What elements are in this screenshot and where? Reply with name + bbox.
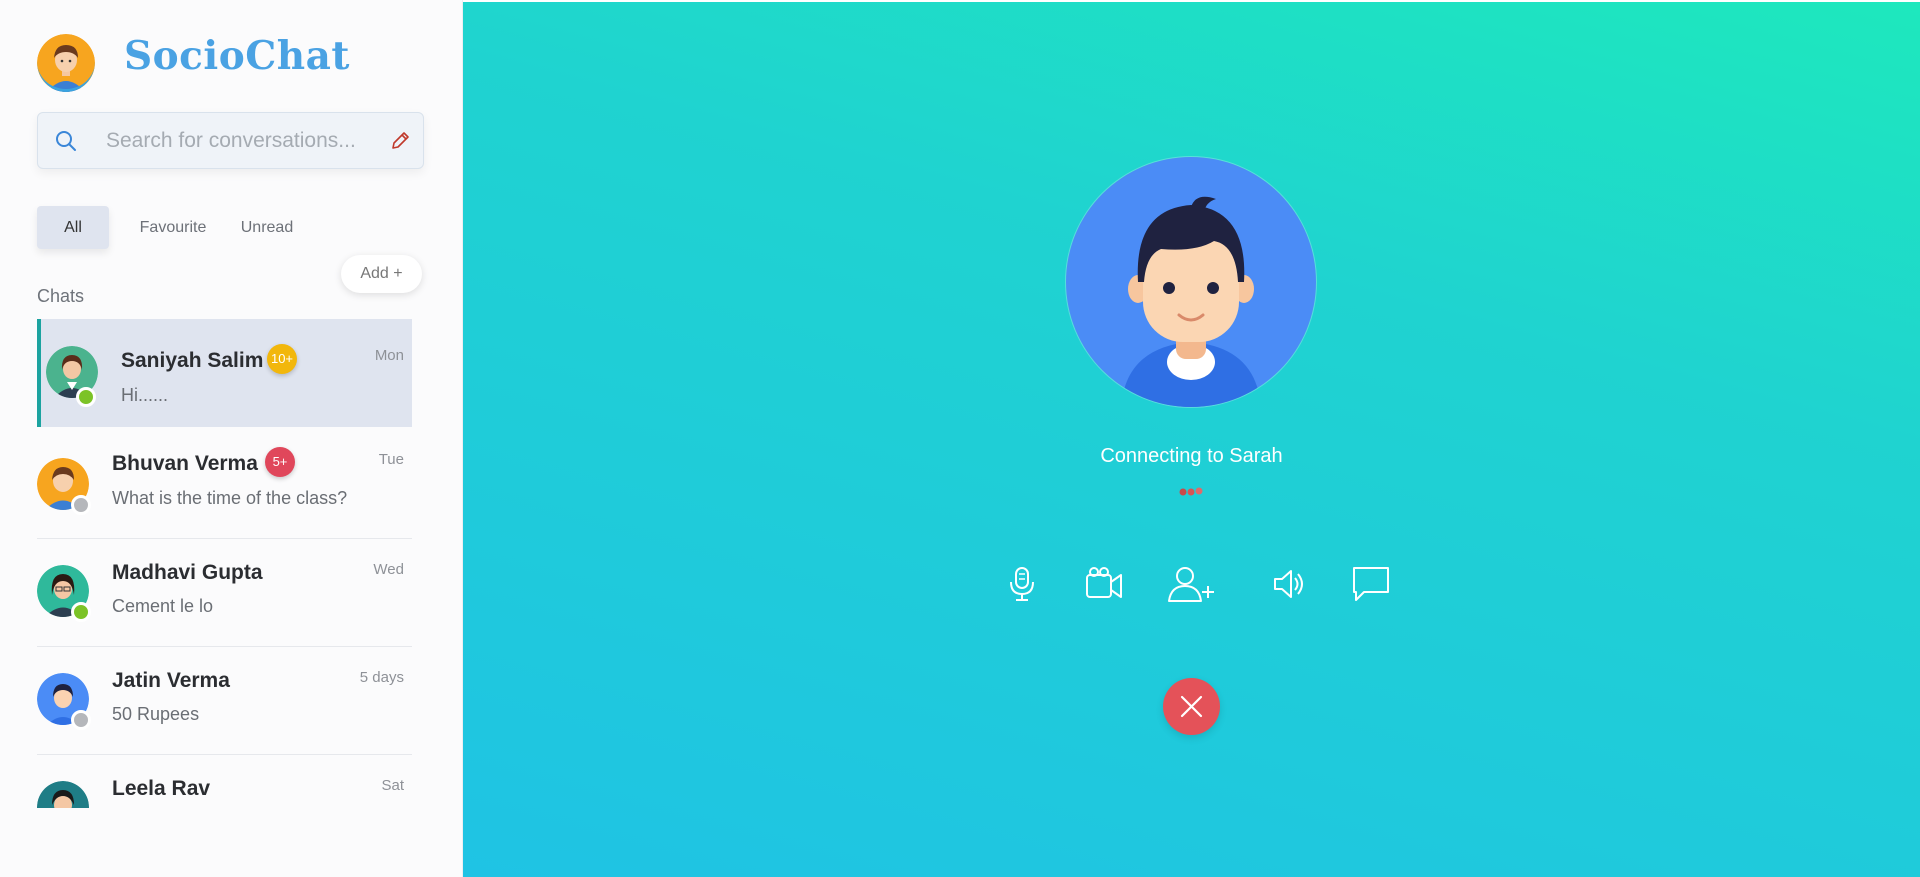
offline-status-dot (71, 495, 91, 515)
chats-section-label: Chats (37, 286, 85, 306)
search-input[interactable] (106, 123, 386, 159)
offline-status-dot (71, 710, 91, 730)
sidebar: SocioChat All Favourite Unread Add + Cha… (0, 0, 463, 877)
chat-bubble-icon[interactable] (1349, 564, 1393, 604)
chat-time: Mon (374, 347, 404, 364)
search-icon[interactable] (54, 129, 78, 158)
call-controls (463, 564, 1920, 604)
chat-preview: What is the time of the class? (112, 488, 348, 508)
list-item[interactable]: Jatin Verma 5 days 50 Rupees (37, 647, 412, 755)
call-screen: Connecting to Sarah (463, 0, 1920, 877)
brand-logo-avatar (37, 34, 95, 92)
chat-time: Wed (373, 561, 404, 578)
close-icon (1180, 695, 1203, 718)
chat-preview: 50 Rupees (112, 704, 200, 724)
chat-time: Tue (378, 451, 404, 468)
chat-name: Madhavi Gupta (112, 561, 263, 584)
loading-dots-icon (1179, 484, 1205, 502)
call-status-text: Connecting to Sarah (1100, 445, 1283, 467)
unread-badge: 10+ (267, 344, 297, 374)
chat-preview: Hi...... (121, 385, 169, 405)
tab-favourite[interactable]: Favourite (127, 206, 219, 249)
online-status-dot (71, 602, 91, 622)
list-item[interactable]: Madhavi Gupta Wed Cement le lo (37, 539, 412, 647)
callee-avatar (1066, 157, 1316, 407)
tab-unread[interactable]: Unread (232, 206, 302, 249)
search-box (37, 112, 424, 169)
end-call-button[interactable] (1163, 678, 1220, 735)
app-title: SocioChat (124, 33, 350, 79)
list-item[interactable]: Saniyah Salim 10+ Mon Hi...... (37, 319, 412, 427)
video-camera-icon[interactable] (1082, 564, 1126, 604)
chat-name: Bhuvan Verma (112, 452, 258, 475)
chat-name: Jatin Verma (112, 669, 230, 692)
avatar (37, 781, 89, 808)
chat-time: Sat (381, 777, 404, 794)
speaker-icon[interactable] (1267, 564, 1311, 604)
add-user-icon[interactable] (1165, 564, 1219, 604)
chat-name: Saniyah Salim (121, 349, 264, 372)
online-status-dot (76, 387, 96, 407)
list-item[interactable]: Leela Rav Sat (37, 755, 412, 808)
list-item[interactable]: Bhuvan Verma 5+ Tue What is the time of … (37, 431, 412, 539)
chat-time: 5 days (359, 669, 404, 686)
chat-preview: Cement le lo (112, 596, 214, 616)
tab-all[interactable]: All (37, 206, 109, 249)
unread-badge: 5+ (265, 447, 295, 477)
chat-name: Leela Rav (112, 777, 211, 800)
add-chat-button[interactable]: Add + (341, 255, 422, 293)
chat-list: Saniyah Salim 10+ Mon Hi...... Bhuvan Ve… (37, 319, 412, 808)
microphone-icon[interactable] (1000, 564, 1044, 604)
pencil-icon[interactable] (389, 130, 411, 157)
